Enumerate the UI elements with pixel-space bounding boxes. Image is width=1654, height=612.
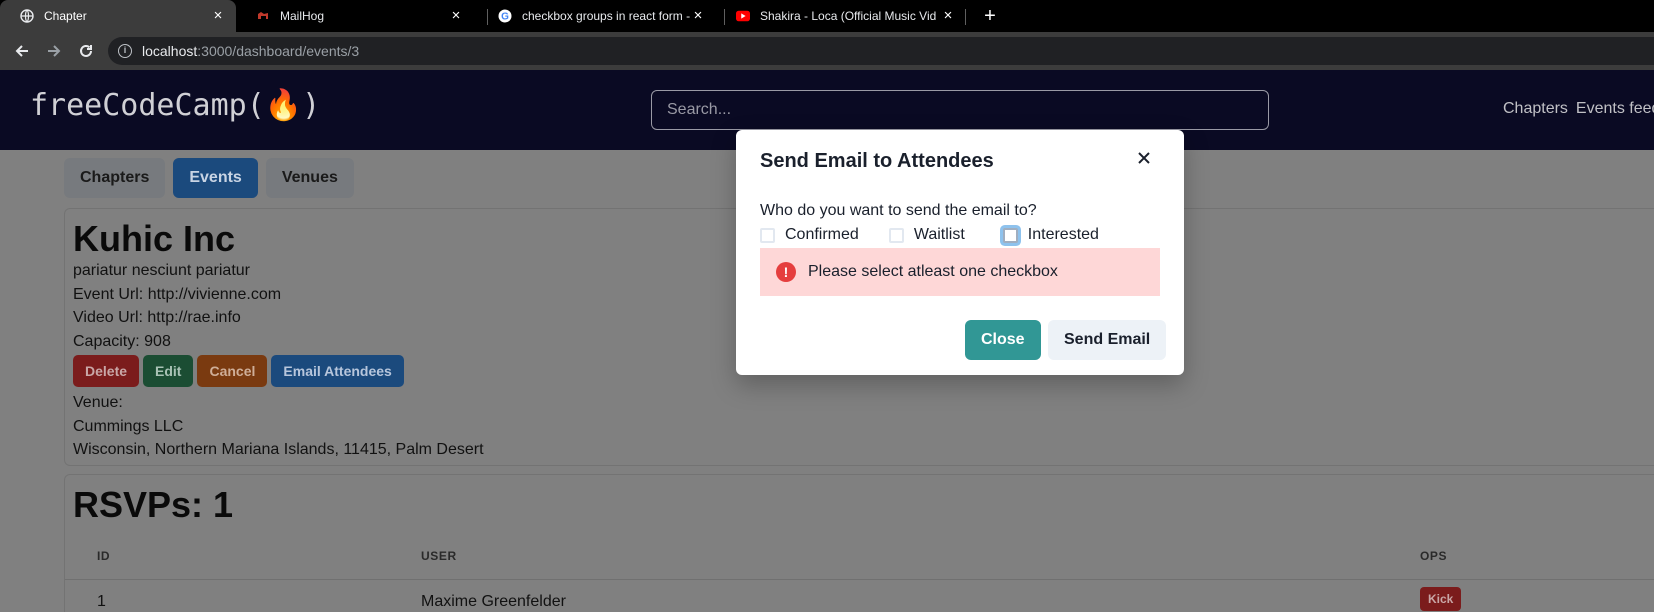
svg-text:G: G xyxy=(501,12,509,23)
info-icon[interactable]: i xyxy=(118,44,132,58)
browser-tab-title: Shakira - Loca (Official Music Vid xyxy=(760,9,937,23)
reload-icon[interactable] xyxy=(75,40,97,62)
close-icon[interactable]: × xyxy=(940,8,956,24)
browser-tabstrip: Chapter × MailHog × G checkbox groups in… xyxy=(0,0,1654,32)
rsvp-title: RSVPs: 1 xyxy=(73,484,234,525)
forward-arrow-icon[interactable] xyxy=(43,40,65,62)
mailhog-pig-icon xyxy=(256,9,270,23)
checkbox-box[interactable] xyxy=(888,227,904,243)
search-input[interactable]: Search... xyxy=(651,90,1269,130)
header-nav: Chapters Events feed xyxy=(1503,100,1654,118)
close-icon[interactable] xyxy=(1128,142,1160,174)
checkbox-waitlist[interactable]: Waitlist xyxy=(888,226,965,244)
rsvp-id: 1 xyxy=(97,593,106,610)
browser-tab-title: Chapter xyxy=(44,9,87,23)
send-email-button[interactable]: Send Email xyxy=(1048,320,1167,360)
modal-title: Send Email to Attendees xyxy=(760,150,994,172)
tab-separator xyxy=(965,9,966,25)
warning-icon: ! xyxy=(776,262,796,282)
close-icon[interactable]: × xyxy=(210,8,226,24)
error-alert: ! Please select atleast one checkbox xyxy=(760,248,1160,296)
column-ops: OPS xyxy=(1420,549,1448,563)
send-email-modal: Send Email to Attendees Who do you want … xyxy=(736,130,1184,375)
table-divider xyxy=(65,579,1654,580)
rsvp-table-header: ID USER OPS xyxy=(65,545,1654,571)
checkbox-box[interactable] xyxy=(1002,227,1018,243)
venue-name: Cummings LLC xyxy=(73,417,184,435)
close-icon[interactable]: × xyxy=(690,8,706,24)
browser-tab-title: checkbox groups in react form - G xyxy=(522,9,690,23)
dashboard-tabs: Chapters Events Venues xyxy=(64,158,354,198)
cancel-event-button[interactable]: Cancel xyxy=(197,355,268,387)
tab-venues[interactable]: Venues xyxy=(265,158,354,198)
checkbox-label: Waitlist xyxy=(913,226,965,243)
browser-tab-chapter[interactable]: Chapter × xyxy=(0,0,236,32)
delete-button[interactable]: Delete xyxy=(73,355,140,387)
checkbox-label: Confirmed xyxy=(785,226,859,243)
close-icon[interactable]: × xyxy=(448,8,464,24)
checkbox-confirmed[interactable]: Confirmed xyxy=(760,226,859,244)
kick-button[interactable]: Kick xyxy=(1420,587,1462,611)
edit-button[interactable]: Edit xyxy=(143,355,194,387)
browser-tab-google[interactable]: G checkbox groups in react form - G × xyxy=(478,0,716,32)
address-bar[interactable]: i localhost:3000/dashboard/events/3 xyxy=(108,37,1654,65)
browser-tab-title: MailHog xyxy=(280,9,325,23)
email-attendees-button[interactable]: Email Attendees xyxy=(271,355,404,387)
column-id: ID xyxy=(97,549,111,563)
tab-events[interactable]: Events xyxy=(173,158,258,198)
url-path: :3000/dashboard/events/3 xyxy=(197,43,360,59)
modal-question: Who do you want to send the email to? xyxy=(760,202,1037,219)
globe-icon xyxy=(20,9,34,23)
error-message: Please select atleast one checkbox xyxy=(808,263,1058,280)
browser-toolbar: i localhost:3000/dashboard/events/3 xyxy=(0,32,1654,70)
url-host: localhost xyxy=(142,43,198,59)
rsvp-card: RSVPs: 1 ID USER OPS 1 Maxime Greenfelde… xyxy=(64,474,1654,612)
nav-link-events-feed[interactable]: Events feed xyxy=(1576,100,1654,117)
nav-link-chapters[interactable]: Chapters xyxy=(1503,100,1568,117)
close-button[interactable]: Close xyxy=(965,320,1041,360)
browser-tab-youtube[interactable]: Shakira - Loca (Official Music Vid × xyxy=(716,0,966,32)
tab-chapters[interactable]: Chapters xyxy=(64,158,166,198)
new-tab-button[interactable]: + xyxy=(978,4,1002,28)
checkbox-interested[interactable]: Interested xyxy=(1002,226,1099,244)
rsvp-user: Maxime Greenfelder xyxy=(421,593,566,610)
venue-label: Venue: xyxy=(73,394,123,411)
recipient-checkboxes: Confirmed Waitlist Interested xyxy=(760,226,1099,244)
freecodecamp-logo[interactable]: freeCodeCamp(🔥) xyxy=(30,88,320,123)
column-user: USER xyxy=(421,549,457,563)
checkbox-box[interactable] xyxy=(760,227,775,243)
back-arrow-icon[interactable] xyxy=(11,40,33,62)
venue-address: Wisconsin, Northern Mariana Islands, 114… xyxy=(73,441,484,458)
checkbox-label: Interested xyxy=(1027,226,1099,243)
browser-tab-mailhog[interactable]: MailHog × xyxy=(236,0,474,32)
google-icon: G xyxy=(498,9,512,23)
youtube-icon xyxy=(736,9,750,23)
